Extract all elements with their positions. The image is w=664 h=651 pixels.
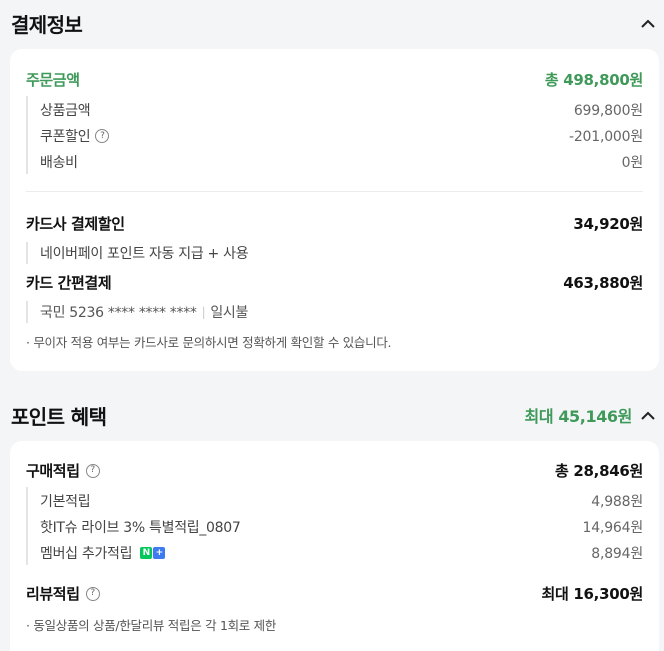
- card-info-group: 국민 5236 **** **** **** | 일시불: [26, 301, 643, 323]
- question-circle-icon[interactable]: ?: [85, 586, 100, 601]
- live-special-reward-label: 핫IT슈 라이브 3% 특별적립_0807: [40, 520, 241, 536]
- order-amount-value: 총 498,800원: [544, 71, 643, 89]
- review-reward-row: 리뷰적립 ? 최대 16,300원: [26, 583, 643, 604]
- membership-reward-value: 8,894원: [591, 546, 643, 562]
- question-circle-icon[interactable]: ?: [95, 129, 110, 143]
- shipping-fee-row: 배송비 0원: [40, 152, 643, 172]
- coupon-discount-value: -201,000원: [568, 129, 643, 145]
- divider: [26, 191, 643, 192]
- membership-reward-row: 멤버십 추가적립 N + 8,894원: [40, 543, 643, 563]
- basic-reward-label: 기본적립: [40, 494, 91, 510]
- naver-plus-membership-icon: N +: [140, 547, 166, 559]
- card-discount-row: 카드사 결제할인 34,920원: [26, 213, 643, 234]
- shipping-fee-value: 0원: [621, 155, 644, 171]
- points-section-header: 포인트 혜택 최대 45,146원: [0, 400, 664, 430]
- card-discount-detail-group: 네이버페이 포인트 자동 지급 + 사용: [26, 242, 643, 264]
- separator: |: [201, 305, 206, 319]
- membership-reward-label: 멤버십 추가적립: [40, 546, 133, 562]
- chevron-up-icon[interactable]: [638, 13, 658, 33]
- card-pay-row: 카드 간편결제 463,880원: [26, 272, 643, 293]
- interest-free-note: · 무이자 적용 여부는 카드사로 문의하시면 정확하게 확인할 수 있습니다.: [26, 335, 392, 350]
- installment-label: 일시불: [210, 305, 249, 321]
- live-special-reward-row: 핫IT슈 라이브 3% 특별적립_0807 14,964원: [40, 517, 643, 537]
- payment-section-header: 결제정보: [0, 8, 664, 38]
- product-amount-label: 상품금액: [40, 103, 91, 119]
- n-badge: N: [140, 547, 153, 559]
- basic-reward-value: 4,988원: [591, 494, 643, 510]
- order-amount-row: 주문금액 총 498,800원: [26, 69, 643, 90]
- review-limit-note: · 동일상품의 상품/한달리뷰 적립은 각 1회로 제한: [26, 618, 277, 633]
- live-special-reward-value: 14,964원: [582, 520, 644, 536]
- question-circle-icon[interactable]: ?: [85, 463, 100, 478]
- order-breakdown: 상품금액 699,800원 쿠폰할인 ? -201,000원 배송비 0원: [26, 96, 643, 174]
- product-amount-value: 699,800원: [573, 103, 643, 119]
- payment-title: 결제정보: [11, 12, 83, 37]
- coupon-discount-label: 쿠폰할인: [40, 129, 91, 145]
- plus-badge: +: [153, 547, 166, 559]
- product-amount-row: 상품금액 699,800원: [40, 100, 643, 120]
- shipping-fee-label: 배송비: [40, 155, 78, 171]
- reward-breakdown: 기본적립 4,988원 핫IT슈 라이브 3% 특별적립_0807 14,964…: [26, 487, 643, 565]
- review-reward-label: 리뷰적립: [26, 585, 80, 603]
- purchase-reward-row: 구매적립 ? 총 28,846원: [26, 460, 643, 481]
- order-amount-label: 주문금액: [26, 71, 80, 89]
- points-max-value: 최대 45,146원: [524, 407, 633, 426]
- purchase-reward-label: 구매적립: [26, 462, 80, 480]
- points-card: 구매적립 ? 총 28,846원 기본적립 4,988원 핫IT슈 라이브 3%…: [10, 441, 659, 651]
- card-discount-value: 34,920원: [573, 215, 643, 233]
- card-pay-label: 카드 간편결제: [26, 274, 112, 292]
- card-pay-value: 463,880원: [563, 274, 643, 292]
- coupon-discount-row: 쿠폰할인 ? -201,000원: [40, 126, 643, 146]
- basic-reward-row: 기본적립 4,988원: [40, 491, 643, 511]
- payment-card: 주문금액 총 498,800원 상품금액 699,800원 쿠폰할인 ? -20…: [10, 49, 659, 371]
- review-reward-value: 최대 16,300원: [541, 585, 643, 603]
- points-title: 포인트 혜택: [11, 404, 107, 429]
- card-number: 국민 5236 **** **** ****: [40, 305, 197, 321]
- purchase-reward-value: 총 28,846원: [554, 462, 643, 480]
- card-discount-detail: 네이버페이 포인트 자동 지급 + 사용: [40, 246, 249, 262]
- card-discount-label: 카드사 결제할인: [26, 215, 125, 233]
- chevron-up-icon[interactable]: [638, 405, 658, 425]
